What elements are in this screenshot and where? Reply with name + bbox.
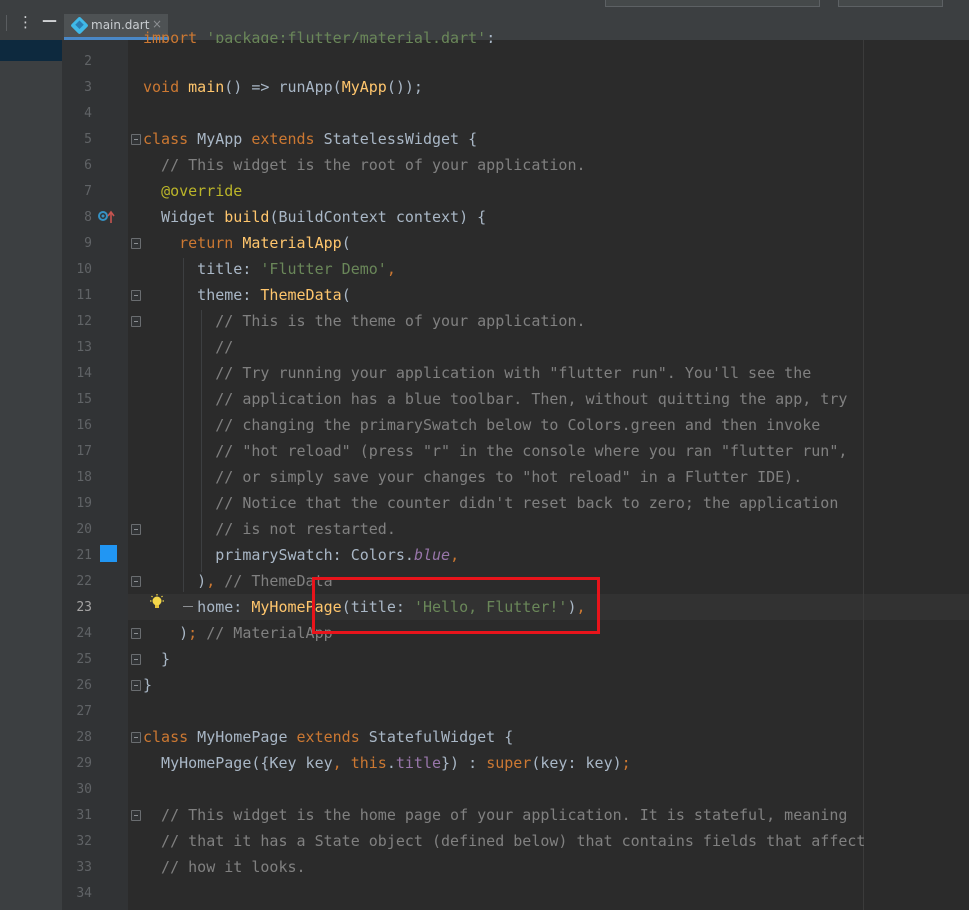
code-line-9: return MaterialApp( <box>179 234 351 252</box>
fold-marker[interactable] <box>131 680 141 691</box>
line-number: 28 <box>76 730 92 745</box>
fold-marker[interactable] <box>131 238 141 249</box>
line-number: 4 <box>84 106 92 121</box>
code-line-25: } <box>143 650 171 668</box>
line-number: 10 <box>76 262 92 277</box>
code-line-26: } <box>143 676 153 694</box>
line-number: 7 <box>84 184 92 199</box>
code-line-8: Widget build(BuildContext context) { <box>143 208 487 226</box>
code-line-28: class MyHomePage extends StatefulWidget … <box>143 728 514 746</box>
code-line-3: void main() => runApp(MyApp()); <box>143 78 423 96</box>
fold-marker[interactable] <box>131 810 141 821</box>
dart-file-icon <box>70 16 89 35</box>
line-number: 16 <box>76 418 92 433</box>
fold-marker[interactable] <box>131 654 141 665</box>
line-number: 14 <box>76 366 92 381</box>
code-line-22: ), // ThemeData <box>143 572 333 590</box>
device-selector[interactable] <box>838 0 943 7</box>
more-options-icon[interactable]: ⋮ <box>18 15 33 30</box>
line-number: 5 <box>84 132 92 147</box>
line-number: 11 <box>76 288 92 303</box>
fold-marker[interactable] <box>131 290 141 301</box>
fold-marker[interactable] <box>131 576 141 587</box>
line-number: 27 <box>76 704 92 719</box>
code-line-32: // that it has a State object (defined b… <box>143 832 866 850</box>
line-number: 21 <box>76 548 92 563</box>
line-number: 31 <box>76 808 92 823</box>
code-line-7: @override <box>161 182 243 200</box>
line-number: 30 <box>76 782 92 797</box>
code-line-6: // This widget is the root of your appli… <box>143 156 586 174</box>
code-line-11: theme: ThemeData( <box>143 286 351 304</box>
minimize-icon[interactable]: — <box>42 13 57 28</box>
code-line-15: // application has a blue toolbar. Then,… <box>143 390 848 408</box>
right-margin-guide <box>863 40 864 910</box>
line-number: 13 <box>76 340 92 355</box>
code-line-33: // how it looks. <box>143 858 306 876</box>
fold-marker[interactable] <box>131 524 141 535</box>
selected-tree-item[interactable] <box>0 40 62 61</box>
line-number: 15 <box>76 392 92 407</box>
line-number: 22 <box>76 574 92 589</box>
line-number: 18 <box>76 470 92 485</box>
tab-label: main.dart <box>91 18 150 32</box>
line-number: 12 <box>76 314 92 329</box>
line-number: 34 <box>76 886 92 901</box>
fold-marker[interactable] <box>131 732 141 743</box>
code-line-13: // <box>143 338 234 356</box>
line-number: 2 <box>84 54 92 69</box>
fold-marker[interactable] <box>131 316 141 327</box>
line-number: 26 <box>76 678 92 693</box>
code-line-20: // is not restarted. <box>143 520 396 538</box>
code-line-24: ); // MaterialApp <box>143 624 333 642</box>
line-number: 29 <box>76 756 92 771</box>
line-number: 3 <box>84 80 92 95</box>
line-number: 9 <box>84 236 92 251</box>
line-number: 32 <box>76 834 92 849</box>
line-number: 33 <box>76 860 92 875</box>
color-swatch-icon[interactable] <box>100 545 117 562</box>
line-number: 24 <box>76 626 92 641</box>
code-line-14: // Try running your application with "fl… <box>143 364 812 382</box>
code-line-12: // This is the theme of your application… <box>143 312 586 330</box>
code-line-16: // changing the primarySwatch below to C… <box>143 416 821 434</box>
toolbar-divider <box>6 15 7 31</box>
line-number-current: 23 <box>76 600 92 615</box>
override-marker-icon[interactable] <box>98 210 118 224</box>
line-number: 19 <box>76 496 92 511</box>
code-line-1: import 'package:flutter/material.dart'; <box>143 29 496 43</box>
code-line-17: // "hot reload" (press "r" in the consol… <box>143 442 848 460</box>
code-line-5: class MyApp extends StatelessWidget { <box>143 130 478 148</box>
line-number: 25 <box>76 652 92 667</box>
project-tool-window <box>0 40 62 910</box>
line-number: 20 <box>76 522 92 537</box>
code-line-29: MyHomePage({Key key, this.title}) : supe… <box>143 754 631 772</box>
code-line-21: primarySwatch: Colors.blue, <box>143 546 460 564</box>
run-config-selector[interactable] <box>605 0 820 7</box>
code-line-19: // Notice that the counter didn't reset … <box>143 494 839 512</box>
code-line-18: // or simply save your changes to "hot r… <box>143 468 803 486</box>
code-line-31: // This widget is the home page of your … <box>143 806 848 824</box>
line-number: 6 <box>84 158 92 173</box>
fold-marker[interactable] <box>131 134 141 145</box>
red-highlight-box <box>312 577 600 634</box>
line-number: 17 <box>76 444 92 459</box>
fold-marker[interactable] <box>131 628 141 639</box>
line-number: 8 <box>84 210 92 225</box>
code-line-10: title: 'Flutter Demo', <box>143 260 396 278</box>
